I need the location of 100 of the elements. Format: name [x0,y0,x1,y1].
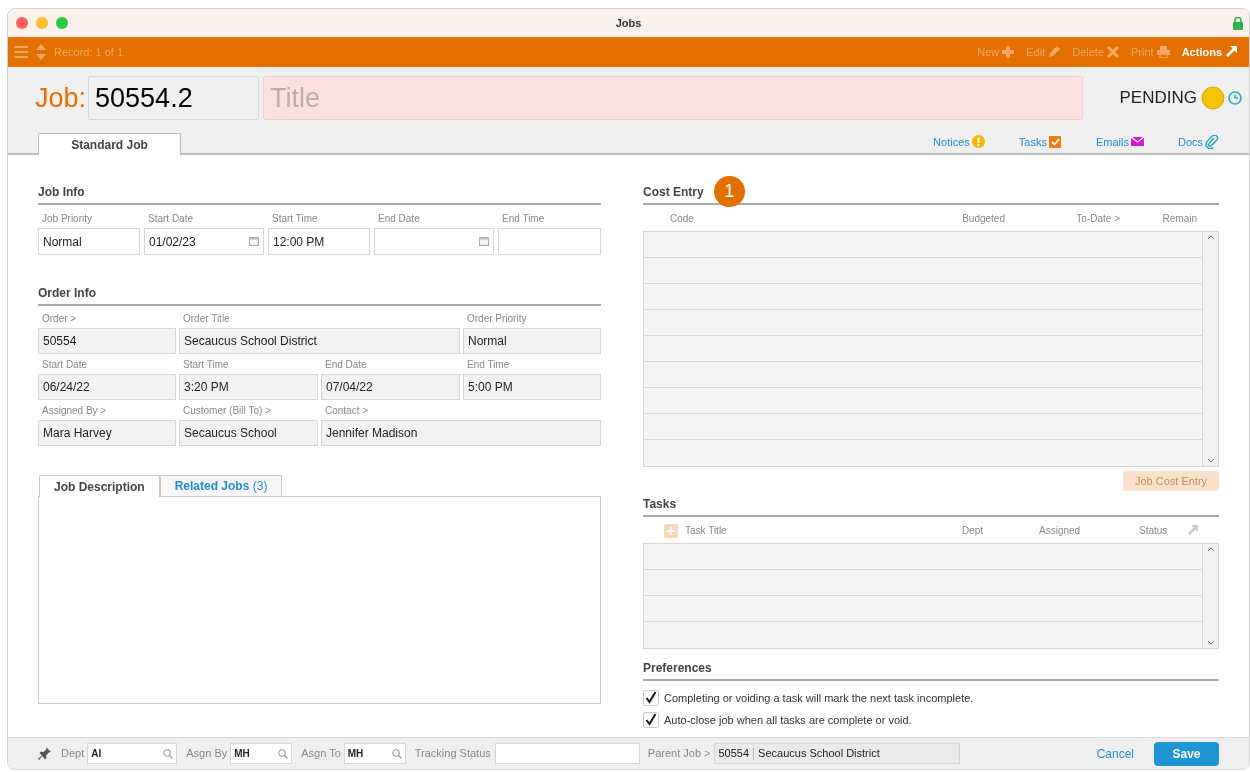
field-label: Start Date [147,212,195,225]
window-title: Jobs [615,15,642,31]
arrow-icon [1225,46,1237,58]
field-label: End Date [377,212,421,225]
menu-icon[interactable] [14,46,28,58]
printer-icon [1156,46,1170,58]
input-field: 07/04/22 [321,374,460,400]
field-label: Parent Job > [647,746,711,762]
field-label: Start Time [271,212,319,225]
toolbar-button[interactable]: Actions [1175,43,1243,61]
input-field: Mara Harvey [38,420,176,446]
field-label: Job Priority [41,212,93,225]
input-field: Secaucus School District [179,328,460,354]
tab[interactable]: Related Jobs (3) [159,475,283,496]
add-icon[interactable] [664,523,678,538]
tab[interactable]: Standard Job [38,133,181,155]
step-badge: 1 [713,176,745,207]
search-field[interactable]: MH [343,743,406,764]
input-field: 5:00 PM [463,374,601,400]
field-label: Order Title [182,312,231,325]
pencil-icon [1048,46,1061,58]
tab[interactable]: Job Description [39,475,160,497]
field-label: Order > [41,312,78,325]
window-control-icon[interactable] [56,17,68,29]
search-icon[interactable] [163,748,174,759]
input-field: Normal [463,328,601,354]
search-field[interactable]: AI [87,743,178,764]
input-field[interactable]: Normal [38,228,140,255]
input-field: 3:20 PM [179,374,318,400]
field-label: Contact > [324,404,370,417]
field-label: End Time [501,212,546,225]
tab-link[interactable]: Tasks [1018,133,1063,150]
paperclip-icon [1205,134,1219,149]
description-field[interactable] [38,496,601,704]
checkbox[interactable] [643,690,659,707]
chevron-down-icon[interactable] [1206,640,1215,646]
chevron-up-icon[interactable] [1206,234,1215,240]
chevron-up-icon[interactable] [1206,546,1215,552]
checkbox-icon [1048,134,1063,149]
column-header: Code [670,212,695,226]
option-label: Auto-close job when all tasks are complete or void. [664,712,912,728]
field-label: Assigned By > [41,404,108,417]
checkbox[interactable] [643,711,659,728]
section-heading: Preferences [643,660,712,677]
field-label: Start Date [41,358,89,371]
window-control-icon[interactable] [16,17,28,29]
scroll-bar[interactable] [1202,232,1218,466]
parent-job-field: 50554 Secaucus School District [714,743,961,764]
section-heading: Job Info [38,184,85,201]
section-heading: Cost Entry [643,184,704,201]
search-icon[interactable] [391,748,402,759]
job-number-field[interactable]: 50554.2 [88,76,260,120]
calendar-icon[interactable] [479,237,489,246]
title-field[interactable]: Title [263,76,1084,120]
window-control-icon[interactable] [36,17,48,29]
input-field[interactable]: 01/02/23 [144,228,264,255]
scroll-bar[interactable] [1202,544,1218,648]
option-label: Completing or voiding a task will mark the next task incomplete. [664,691,974,706]
field-label: Asgn By [186,746,228,762]
column-header: Remain [1161,212,1197,226]
input-field[interactable] [498,228,601,255]
column-header: Dept [962,524,985,538]
section-heading: Tasks [643,496,677,513]
column-header: Budgeted [961,212,1005,226]
status-dot [1201,86,1225,110]
field-label: Start Time [182,358,230,371]
lock-icon [1233,16,1243,30]
job-label: Job: [35,81,87,115]
clock-icon[interactable] [1228,91,1242,105]
cross-icon [1107,46,1120,58]
plus-icon [1002,46,1015,58]
exclamation-icon [971,134,986,149]
column-header: Assigned [1039,524,1082,538]
calendar-icon[interactable] [249,237,259,246]
field-label: Tracking Status [414,746,491,762]
search-field[interactable]: MH [230,743,293,764]
column-header: Task Title [685,524,728,538]
field-label: Order Priority [466,312,528,325]
input-field: 06/24/22 [38,374,176,400]
input-field[interactable] [494,743,640,764]
tab-link[interactable]: Docs [1177,133,1219,150]
arrow-icon[interactable] [1187,525,1198,536]
tab-link[interactable]: Emails [1095,133,1145,150]
search-icon[interactable] [278,748,289,759]
record-counter: Record: 1 of 1 [54,44,124,60]
tab-link[interactable]: Notices [933,133,986,150]
input-field: Secaucus School [179,420,318,446]
save-button[interactable]: Save [1154,741,1219,766]
field-label: End Time [466,358,511,371]
input-field: 50554 [38,328,176,354]
pin-icon[interactable] [38,747,51,760]
chevron-down-icon[interactable] [1206,458,1215,464]
envelope-icon [1130,134,1145,149]
input-field[interactable]: 12:00 PM [268,228,370,255]
input-field[interactable] [374,228,494,255]
section-heading: Order Info [38,285,96,302]
field-label: Asgn To [301,746,341,762]
column-header: To-Date > [1075,212,1120,226]
cancel-button[interactable]: Cancel [1096,744,1134,763]
up-down-arrows-icon[interactable] [36,44,46,60]
